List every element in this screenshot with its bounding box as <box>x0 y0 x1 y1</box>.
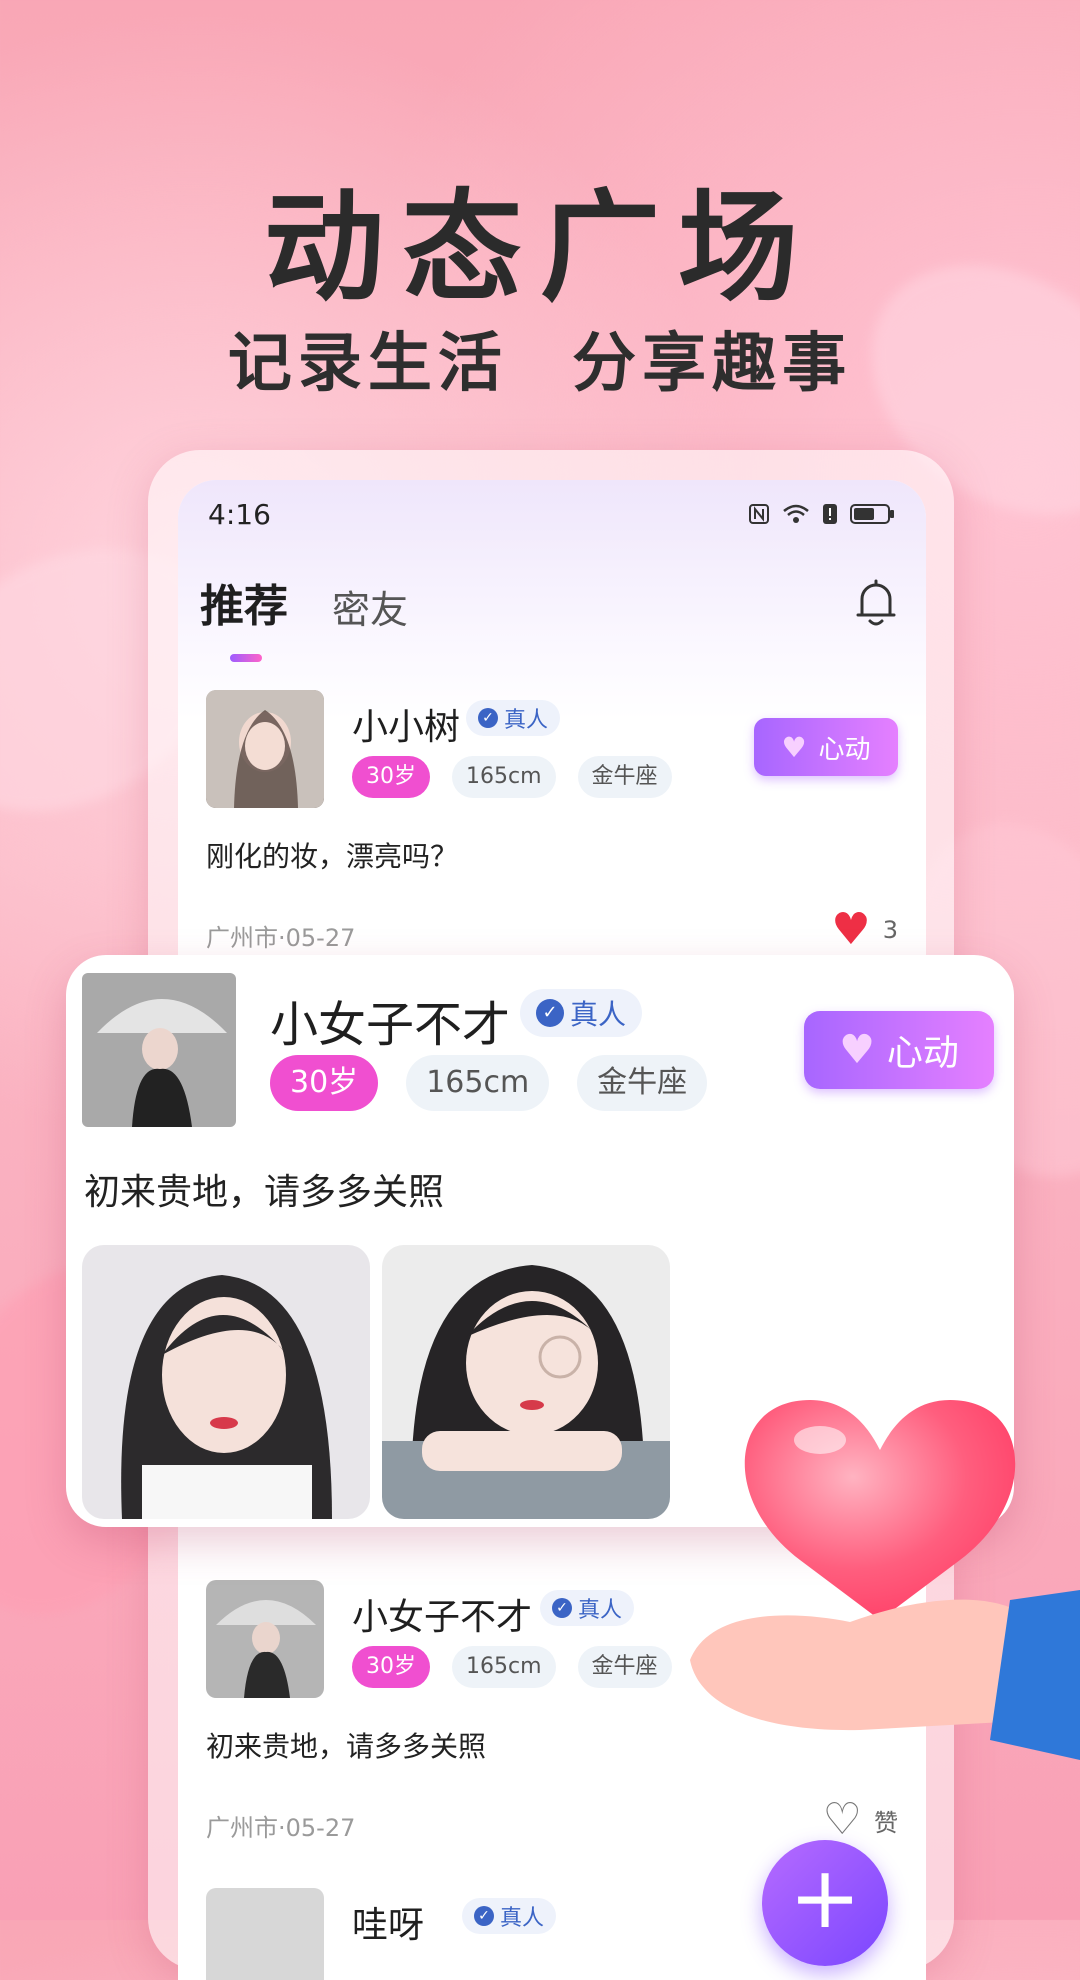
verified-check-icon: ✓ <box>474 1906 494 1926</box>
verified-check-icon: ✓ <box>478 708 498 728</box>
heart-hand-illustration <box>690 1400 1080 1760</box>
avatar-photo <box>82 973 236 1127</box>
heart-filled-icon: ♥ <box>831 904 871 955</box>
like-button[interactable]: ♥ 3 <box>831 904 898 955</box>
heartbeat-label: 心动 <box>818 734 871 765</box>
height-tag: 165cm <box>406 1055 550 1111</box>
user-tags: 30岁 165cm 金牛座 <box>352 1646 672 1688</box>
post-photo[interactable] <box>382 1245 670 1519</box>
tab-recommend[interactable]: 推荐 <box>200 570 288 662</box>
user-tags: 30岁 165cm 金牛座 <box>270 1055 708 1111</box>
age-tag: 30岁 <box>270 1055 379 1111</box>
post-text: 刚化的妆，漂亮吗？ <box>206 840 459 873</box>
status-icons <box>748 503 896 525</box>
height-tag: 165cm <box>452 1646 556 1688</box>
user-name[interactable]: 小小树 <box>352 698 460 750</box>
verified-badge: ✓ 真人 <box>540 1590 635 1626</box>
verified-label: 真人 <box>504 708 549 733</box>
verified-label: 真人 <box>500 1906 545 1931</box>
status-time: 4:16 <box>208 497 271 531</box>
location-date: 广州市·05-27 <box>206 924 356 952</box>
tab-friends[interactable]: 密友 <box>332 579 408 634</box>
avatar[interactable] <box>206 1888 324 1980</box>
wifi-icon <box>783 504 809 523</box>
hero-title: 动态广场 <box>264 179 816 318</box>
verified-badge: ✓ 真人 <box>462 1898 557 1934</box>
alert-icon <box>823 504 837 524</box>
status-bar: 4:16 <box>208 494 896 534</box>
like-count: 3 <box>882 916 898 944</box>
heart-icon: ♥ <box>839 1027 875 1073</box>
create-post-button[interactable]: + <box>762 1840 888 1966</box>
user-tags: 30岁 165cm 金牛座 <box>352 756 672 798</box>
hero-subtitle-right: 分享趣事 <box>572 327 853 401</box>
age-tag: 30岁 <box>352 756 430 798</box>
verified-label: 真人 <box>578 1598 623 1623</box>
hero-subtitle-left: 记录生活 <box>227 327 508 401</box>
user-name[interactable]: 小女子不才 <box>270 985 510 1055</box>
verified-label: 真人 <box>570 998 627 1031</box>
post-photo[interactable] <box>82 1245 370 1519</box>
verified-check-icon: ✓ <box>536 999 564 1027</box>
notification-bell-icon[interactable] <box>852 575 900 631</box>
verified-badge: ✓ 真人 <box>466 700 561 736</box>
user-name[interactable]: 小女子不才 <box>352 1588 532 1640</box>
user-name[interactable]: 哇呀 <box>352 1896 424 1948</box>
verified-check-icon: ✓ <box>552 1598 572 1618</box>
heart-icon: ♥ <box>781 730 807 764</box>
heartbeat-label: 心动 <box>886 1033 959 1074</box>
heartbeat-button[interactable]: ♥ 心动 <box>804 1011 994 1089</box>
verified-badge: ✓ 真人 <box>520 989 643 1037</box>
zodiac-tag: 金牛座 <box>577 1055 708 1111</box>
feed-post[interactable]: 小小树 ✓ 真人 30岁 165cm 金牛座 ♥ 心动 刚化的妆，漂亮吗？ 广州… <box>206 690 898 960</box>
like-button[interactable]: ♡ 赞 <box>822 1794 898 1845</box>
avatar-photo <box>206 1580 324 1698</box>
feed-tabs: 推荐 密友 <box>200 570 408 662</box>
location-date: 广州市·05-27 <box>206 1814 356 1842</box>
battery-icon <box>850 504 894 524</box>
post-text: 初来贵地，请多多关照 <box>206 1730 487 1763</box>
height-tag: 165cm <box>452 756 556 798</box>
avatar[interactable] <box>206 1580 324 1698</box>
hero-subtitle: 记录生活 分享趣事 <box>0 312 1080 404</box>
photo-image <box>82 1245 370 1519</box>
avatar-photo <box>206 690 324 808</box>
heartbeat-button[interactable]: ♥ 心动 <box>754 718 898 776</box>
photo-image <box>382 1245 670 1519</box>
age-tag: 30岁 <box>352 1646 430 1688</box>
post-text: 初来贵地，请多多关照 <box>84 1172 445 1213</box>
avatar[interactable] <box>82 973 236 1127</box>
zodiac-tag: 金牛座 <box>577 1646 672 1688</box>
avatar[interactable] <box>206 690 324 808</box>
nfc-icon <box>749 504 769 524</box>
heart-outline-icon: ♡ <box>822 1794 862 1845</box>
zodiac-tag: 金牛座 <box>577 756 672 798</box>
like-label: 赞 <box>874 1808 898 1837</box>
